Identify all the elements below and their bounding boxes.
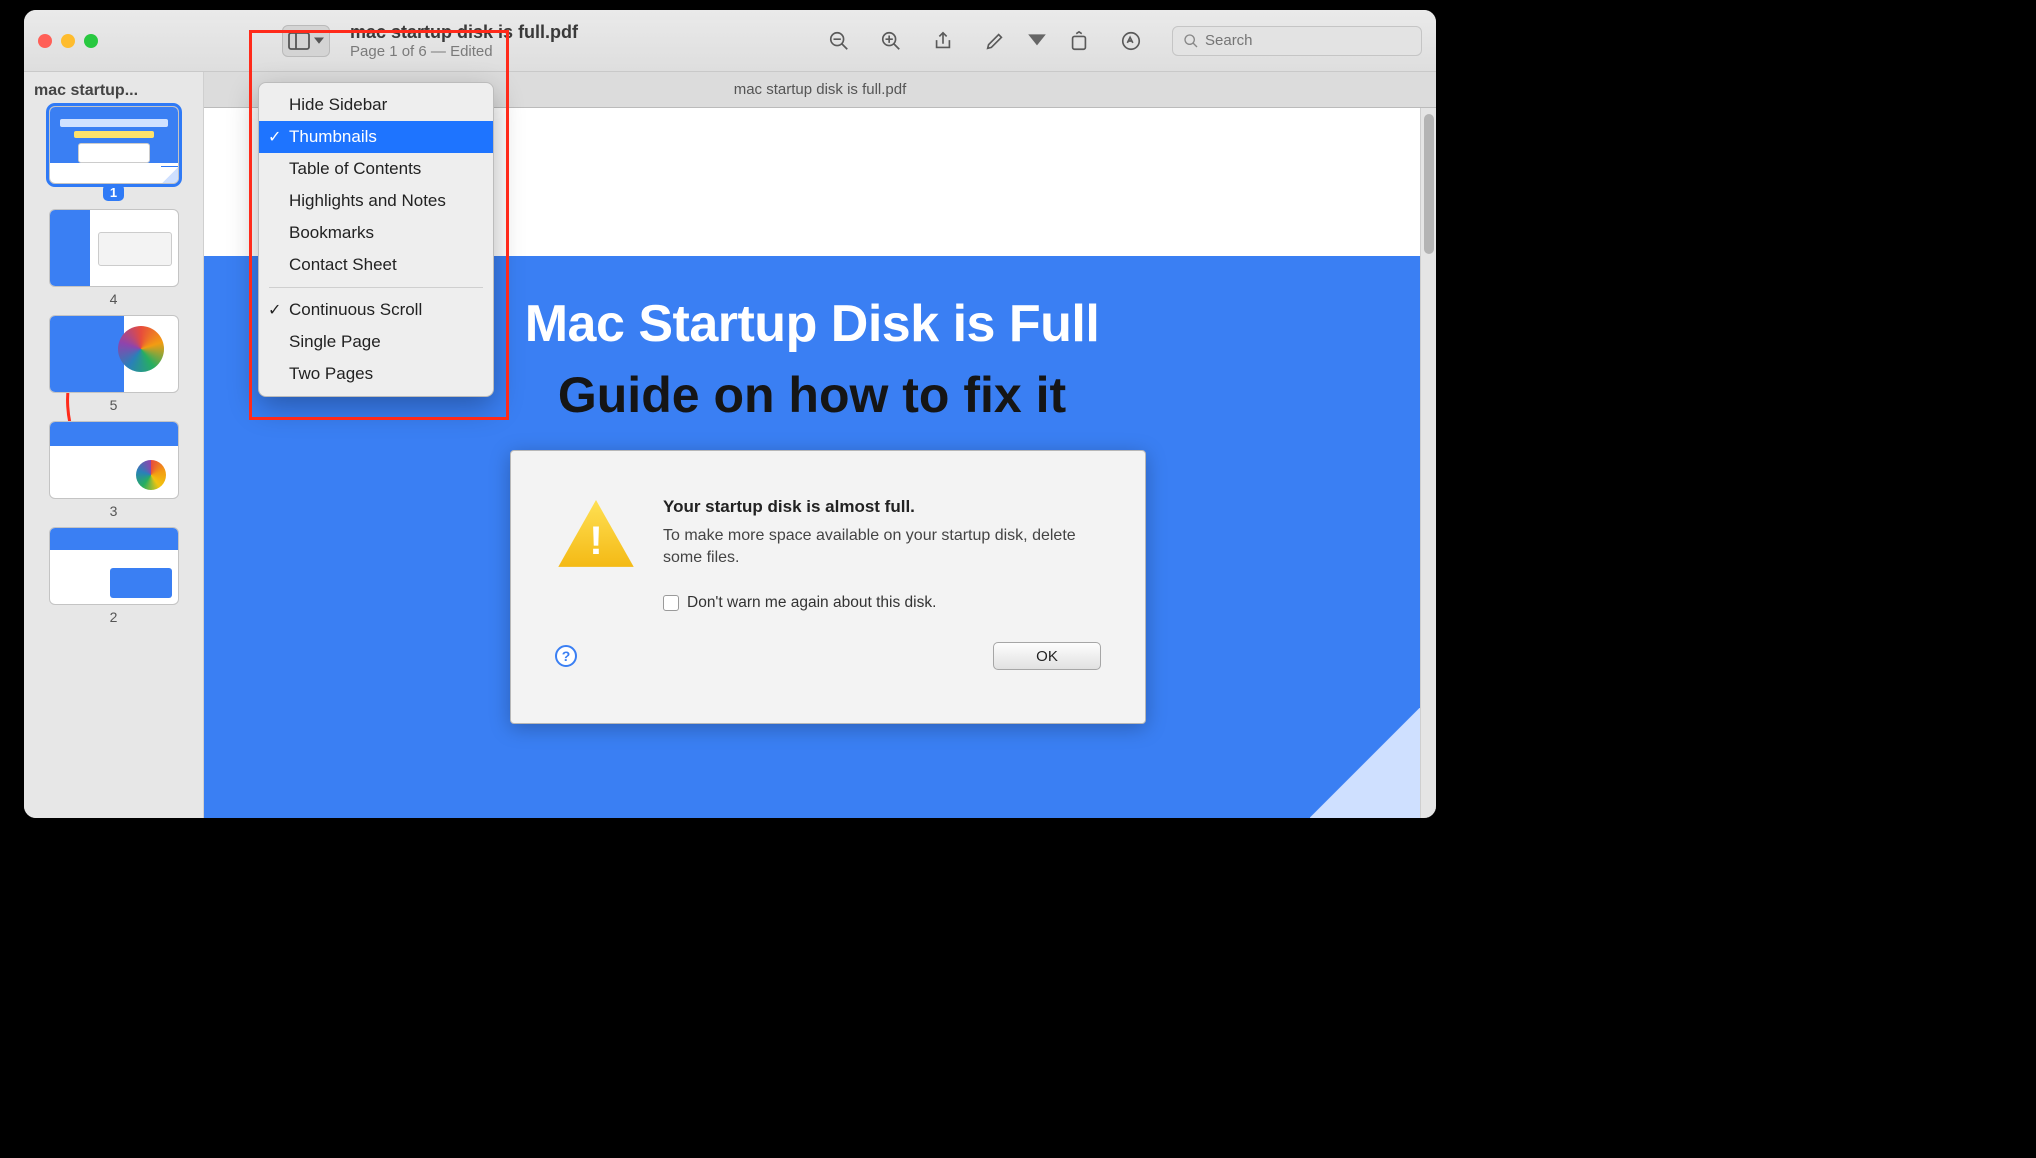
vertical-scrollbar[interactable] bbox=[1420, 108, 1436, 818]
rotate-button[interactable] bbox=[1058, 24, 1100, 58]
tab-label: mac startup disk is full.pdf bbox=[734, 81, 907, 98]
markup-dropdown-button[interactable] bbox=[1026, 24, 1048, 58]
share-icon bbox=[932, 30, 954, 52]
menu-two-pages[interactable]: Two Pages bbox=[259, 358, 493, 390]
checkbox-icon bbox=[663, 595, 679, 611]
pencil-icon bbox=[984, 30, 1006, 52]
menu-separator bbox=[269, 287, 483, 288]
check-icon: ✓ bbox=[268, 127, 281, 147]
toolbar: mac startup disk is full.pdf Page 1 of 6… bbox=[24, 10, 1436, 72]
checkbox-label: Don't warn me again about this disk. bbox=[687, 594, 936, 612]
page-fold-icon bbox=[1310, 708, 1420, 818]
page-number-label: 4 bbox=[110, 291, 118, 307]
page-number-label: 3 bbox=[110, 503, 118, 519]
sidebar-view-button[interactable] bbox=[282, 25, 330, 57]
zoom-out-button[interactable] bbox=[818, 24, 860, 58]
search-icon bbox=[1183, 33, 1199, 49]
document-title: mac startup disk is full.pdf bbox=[350, 22, 578, 43]
sidebar-view-menu: Hide Sidebar ✓ Thumbnails Table of Conte… bbox=[258, 82, 494, 397]
zoom-button[interactable] bbox=[84, 34, 98, 48]
share-button[interactable] bbox=[922, 24, 964, 58]
markup-button[interactable] bbox=[974, 24, 1016, 58]
zoom-in-button[interactable] bbox=[870, 24, 912, 58]
search-input[interactable] bbox=[1205, 32, 1411, 49]
check-icon: ✓ bbox=[268, 300, 281, 320]
sidebar-title: mac startup... bbox=[34, 82, 193, 100]
close-button[interactable] bbox=[38, 34, 52, 48]
menu-continuous-scroll[interactable]: ✓ Continuous Scroll bbox=[259, 294, 493, 326]
minimize-button[interactable] bbox=[61, 34, 75, 48]
highlighter-icon bbox=[1120, 30, 1142, 52]
warning-dialog: ! Your startup disk is almost full. To m… bbox=[510, 450, 1146, 724]
menu-contact-sheet[interactable]: Contact Sheet bbox=[259, 249, 493, 281]
dialog-title: Your startup disk is almost full. bbox=[663, 497, 1101, 517]
dont-warn-checkbox[interactable]: Don't warn me again about this disk. bbox=[663, 594, 1101, 612]
zoom-out-icon bbox=[828, 30, 850, 52]
ok-button[interactable]: OK bbox=[993, 642, 1101, 670]
page-thumbnail[interactable]: 5 bbox=[34, 315, 193, 413]
thumbnails-sidebar: mac startup... 1 4 bbox=[24, 72, 204, 818]
dialog-message: To make more space available on your sta… bbox=[663, 525, 1101, 568]
menu-bookmarks[interactable]: Bookmarks bbox=[259, 217, 493, 249]
search-field[interactable] bbox=[1172, 26, 1422, 56]
menu-table-of-contents[interactable]: Table of Contents bbox=[259, 153, 493, 185]
chevron-down-icon bbox=[1026, 30, 1048, 52]
window-controls bbox=[38, 34, 98, 48]
zoom-in-icon bbox=[880, 30, 902, 52]
menu-highlights-notes[interactable]: Highlights and Notes bbox=[259, 185, 493, 217]
page-thumbnail[interactable]: 1 bbox=[34, 106, 193, 201]
highlight-button[interactable] bbox=[1110, 24, 1152, 58]
preview-window: mac startup disk is full.pdf Page 1 of 6… bbox=[24, 10, 1436, 818]
menu-hide-sidebar[interactable]: Hide Sidebar bbox=[259, 89, 493, 121]
warning-icon: ! bbox=[555, 497, 637, 573]
page-thumbnail[interactable]: 2 bbox=[34, 527, 193, 625]
scroll-thumb[interactable] bbox=[1424, 114, 1434, 254]
rotate-icon bbox=[1068, 30, 1090, 52]
page-number-label: 5 bbox=[110, 397, 118, 413]
menu-thumbnails[interactable]: ✓ Thumbnails bbox=[259, 121, 493, 153]
help-button[interactable]: ? bbox=[555, 645, 577, 667]
menu-single-page[interactable]: Single Page bbox=[259, 326, 493, 358]
chevron-down-icon bbox=[314, 37, 324, 45]
page-thumbnail[interactable]: 3 bbox=[34, 421, 193, 519]
page-thumbnail[interactable]: 4 bbox=[34, 209, 193, 307]
page-number-label: 1 bbox=[103, 184, 124, 201]
title-area: mac startup disk is full.pdf Page 1 of 6… bbox=[350, 22, 578, 60]
sidebar-icon bbox=[288, 32, 310, 50]
page-status: Page 1 of 6 — Edited bbox=[350, 43, 578, 60]
page-number-label: 2 bbox=[110, 609, 118, 625]
